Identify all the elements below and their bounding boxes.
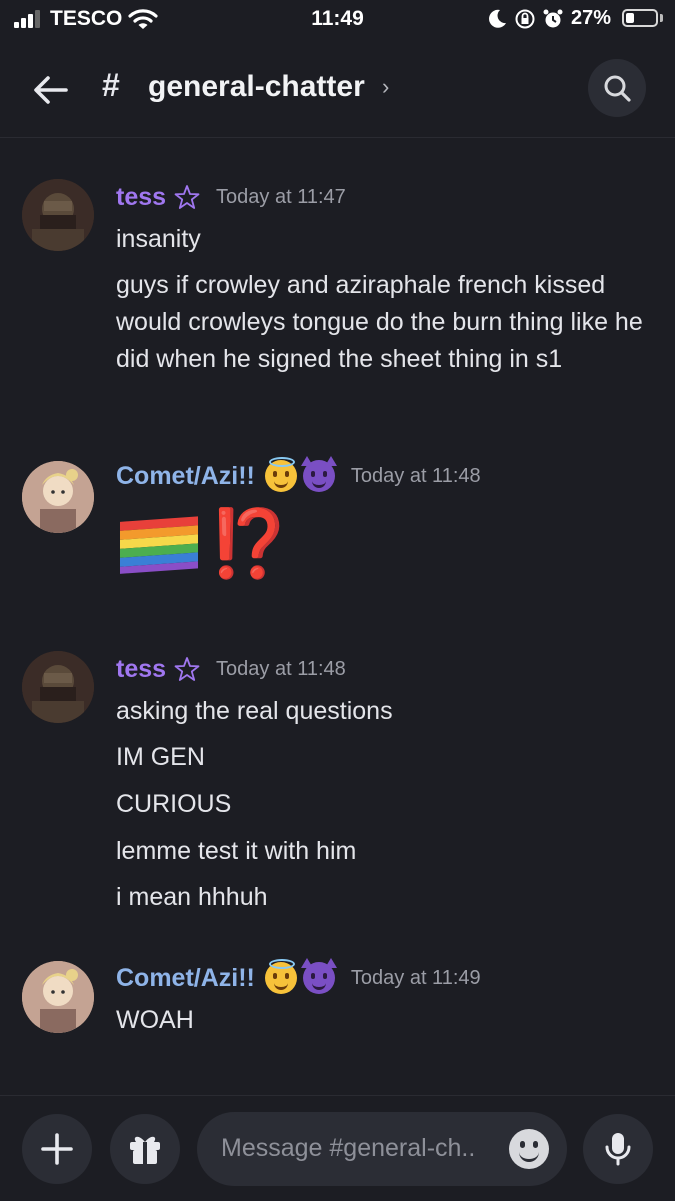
emoji-picker-icon[interactable] bbox=[509, 1129, 549, 1169]
message-text: WOAH bbox=[116, 1006, 194, 1034]
message-header: tess Today at 11:48 bbox=[116, 651, 346, 687]
message-input-placeholder: Message #general-ch.. bbox=[221, 1134, 476, 1162]
status-icons bbox=[486, 7, 564, 31]
microphone-icon bbox=[605, 1133, 631, 1166]
star-icon bbox=[174, 185, 200, 209]
message-text: IM GEN bbox=[116, 743, 205, 771]
exclamation-question-icon: ⁉️ bbox=[208, 506, 291, 580]
search-icon bbox=[604, 75, 631, 102]
avatar[interactable] bbox=[22, 651, 94, 723]
message-text: insanity bbox=[116, 225, 201, 253]
gift-icon bbox=[130, 1136, 160, 1164]
smiling-face-with-halo-icon bbox=[264, 959, 297, 994]
plus-icon bbox=[41, 1133, 73, 1165]
emoji-message: ⁉️ bbox=[118, 510, 290, 576]
battery-icon bbox=[622, 9, 658, 27]
username[interactable]: tess bbox=[116, 655, 166, 684]
avatar[interactable] bbox=[22, 961, 94, 1033]
username[interactable]: Comet/Azi!! bbox=[116, 462, 255, 491]
timestamp: Today at 11:48 bbox=[350, 464, 481, 487]
smiling-face-with-horns-icon bbox=[300, 958, 337, 994]
message-header: Comet/Azi!! Today at 11:48 bbox=[116, 456, 481, 494]
battery-percentage: 27% bbox=[571, 7, 612, 29]
message-input[interactable]: Message #general-ch.. bbox=[197, 1112, 567, 1186]
message-text: i mean hhhuh bbox=[116, 883, 268, 911]
search-button[interactable] bbox=[588, 59, 646, 117]
timestamp: Today at 11:49 bbox=[350, 966, 481, 989]
avatar[interactable] bbox=[22, 461, 94, 533]
channel-name[interactable]: general-chatter bbox=[148, 70, 365, 104]
smiling-face-with-horns-icon bbox=[300, 456, 337, 492]
message-text: CURIOUS bbox=[116, 790, 232, 818]
gift-button[interactable] bbox=[110, 1114, 180, 1184]
username[interactable]: Comet/Azi!! bbox=[116, 964, 255, 993]
channel-header: # general-chatter › bbox=[0, 40, 675, 138]
message-text: asking the real questions bbox=[116, 697, 393, 725]
message-text: lemme test it with him bbox=[116, 837, 357, 865]
status-bar: TESCO 11:49 27% bbox=[0, 0, 675, 40]
avatar-image bbox=[22, 961, 94, 1033]
timestamp: Today at 11:48 bbox=[216, 657, 346, 680]
avatar-image bbox=[22, 461, 94, 533]
message-header: tess Today at 11:47 bbox=[116, 179, 346, 215]
channel-hash-icon: # bbox=[102, 67, 120, 103]
back-arrow-icon[interactable] bbox=[30, 70, 70, 110]
chevron-right-icon[interactable]: › bbox=[382, 74, 389, 100]
avatar-image bbox=[22, 651, 94, 723]
add-attachment-button[interactable] bbox=[22, 1114, 92, 1184]
avatar[interactable] bbox=[22, 179, 94, 251]
message-header: Comet/Azi!! Today at 11:49 bbox=[116, 958, 481, 996]
voice-message-button[interactable] bbox=[583, 1114, 653, 1184]
star-icon bbox=[174, 657, 200, 681]
alarm-icon bbox=[543, 9, 563, 28]
moon-icon bbox=[489, 9, 506, 28]
message-text: guys if crowley and aziraphale french ki… bbox=[116, 271, 643, 373]
timestamp: Today at 11:47 bbox=[216, 185, 346, 208]
message-composer: Message #general-ch.. bbox=[0, 1095, 675, 1201]
avatar-image bbox=[22, 179, 94, 251]
username[interactable]: tess bbox=[116, 183, 166, 212]
rainbow-flag-icon bbox=[120, 516, 198, 574]
orientation-lock-icon bbox=[515, 9, 535, 29]
smiling-face-with-halo-icon bbox=[264, 457, 297, 492]
